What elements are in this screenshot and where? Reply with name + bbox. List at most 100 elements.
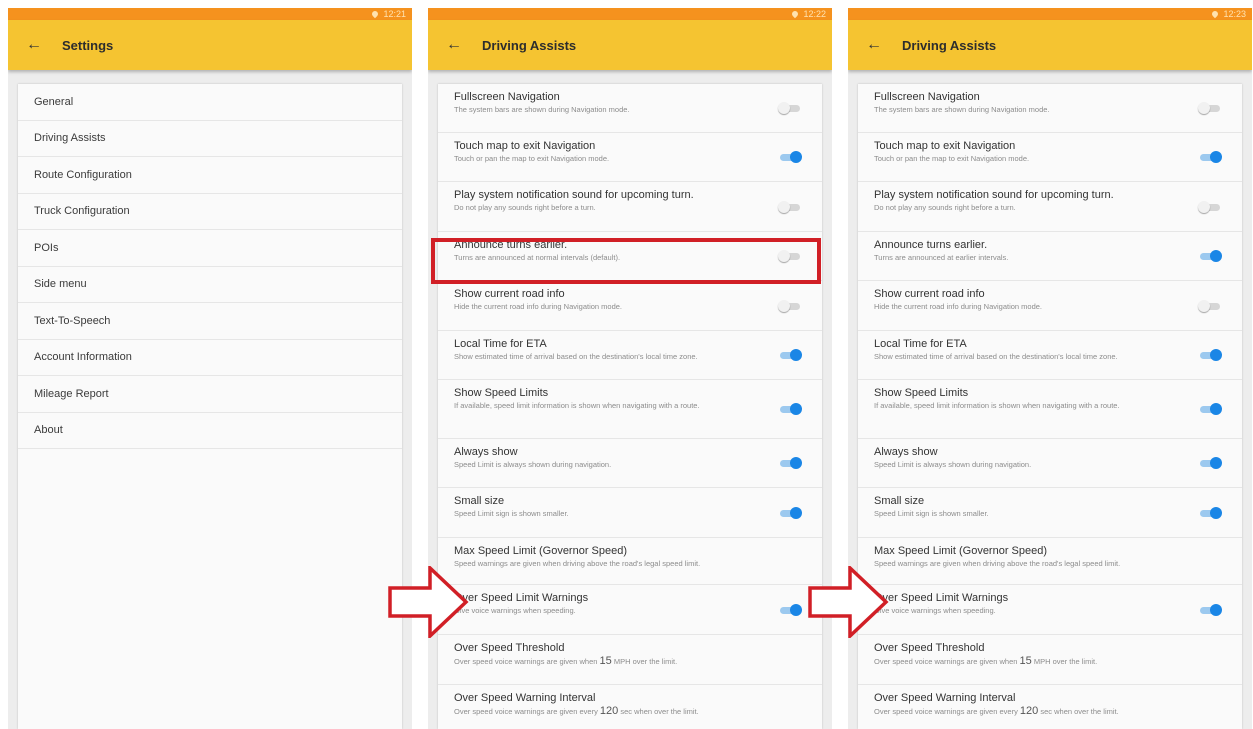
menu-item-label: Text-To-Speech xyxy=(34,314,111,327)
setting-row[interactable]: Over Speed Warning Interval Over speed vo… xyxy=(858,685,1242,729)
back-arrow-icon[interactable]: ← xyxy=(866,37,886,53)
setting-row[interactable]: Announce turns earlier. Turns are announc… xyxy=(858,232,1242,281)
location-pin-icon xyxy=(371,9,380,19)
toggle-switch[interactable] xyxy=(1198,506,1222,519)
menu-item-label: Truck Configuration xyxy=(34,205,130,218)
setting-title: Max Speed Limit (Governor Speed) xyxy=(454,545,628,557)
toggle-switch[interactable] xyxy=(778,506,802,519)
toggle-switch[interactable] xyxy=(1198,102,1222,114)
setting-row[interactable]: Fullscreen Navigation The system bars are… xyxy=(438,84,822,133)
page-title: Settings xyxy=(62,37,114,53)
toggle-switch[interactable] xyxy=(778,603,802,616)
setting-row[interactable]: Touch map to exit Navigation Touch or pan… xyxy=(858,133,1242,182)
right-arrow-annotation-icon xyxy=(388,566,469,638)
setting-row[interactable]: Play system notification sound for upcom… xyxy=(858,182,1242,232)
setting-row[interactable]: Max Speed Limit (Governor Speed) Speed wa… xyxy=(438,538,822,585)
setting-row[interactable]: Small size Speed Limit sign is shown smal… xyxy=(858,488,1242,538)
setting-title: Fullscreen Navigation xyxy=(454,91,560,103)
setting-description: Speed Limit is always shown during navig… xyxy=(874,460,1032,469)
setting-description-text: sec when over the limit. xyxy=(618,707,699,716)
toggle-switch[interactable] xyxy=(1198,200,1222,213)
menu-item-label: General xyxy=(34,95,74,108)
setting-description-text: sec when over the limit. xyxy=(1038,707,1119,716)
setting-description: Speed warnings are given when driving ab… xyxy=(454,559,701,568)
toggle-switch[interactable] xyxy=(1198,349,1222,361)
setting-row[interactable]: Always show Speed Limit is always shown d… xyxy=(858,439,1242,488)
back-arrow-icon[interactable]: ← xyxy=(26,37,46,53)
setting-row[interactable]: Over Speed Limit Warnings Give voice warn… xyxy=(438,585,822,635)
setting-row[interactable]: Show Speed Limits If available, speed lim… xyxy=(438,380,822,439)
setting-row[interactable]: Play system notification sound for upcom… xyxy=(438,182,822,232)
status-bar: 12:21 xyxy=(8,8,412,20)
setting-row[interactable]: Over Speed Threshold Over speed voice war… xyxy=(438,635,822,685)
setting-title: Over Speed Warning Interval xyxy=(454,692,596,704)
toggle-knob xyxy=(1210,151,1222,163)
setting-row[interactable]: Max Speed Limit (Governor Speed) Speed wa… xyxy=(858,538,1242,585)
toggle-knob xyxy=(790,349,802,361)
app-bar: ← Settings xyxy=(8,20,412,70)
setting-title: Play system notification sound for upcom… xyxy=(874,189,1114,201)
driving-assists-screen-before: 12:22 ← Driving Assists Fullscreen Navig… xyxy=(428,8,832,729)
toggle-switch[interactable] xyxy=(1198,250,1222,262)
toggle-switch[interactable] xyxy=(778,349,802,361)
setting-row[interactable]: Over Speed Limit Warnings Give voice warn… xyxy=(858,585,1242,635)
menu-item-truck-configuration[interactable]: Truck Configuration xyxy=(18,194,402,230)
toggle-knob xyxy=(1198,200,1210,213)
menu-item-label: Account Information xyxy=(34,351,132,364)
toggle-switch[interactable] xyxy=(778,403,802,415)
setting-row[interactable]: Fullscreen Navigation The system bars are… xyxy=(858,84,1242,133)
toggle-switch[interactable] xyxy=(778,200,802,213)
menu-item-account-information[interactable]: Account Information xyxy=(18,340,402,376)
setting-value: 120 xyxy=(1019,705,1039,717)
setting-description: Turns are announced at earlier intervals… xyxy=(874,253,1009,262)
toggle-knob xyxy=(1210,403,1222,415)
menu-item-mileage-report[interactable]: Mileage Report xyxy=(18,376,402,413)
toggle-knob xyxy=(1198,299,1210,312)
setting-row[interactable]: Always show Speed Limit is always shown d… xyxy=(438,439,822,488)
setting-description: Show estimated time of arrival based on … xyxy=(454,352,698,361)
setting-row[interactable]: Over Speed Threshold Over speed voice war… xyxy=(858,635,1242,685)
setting-row[interactable]: Show Speed Limits If available, speed lim… xyxy=(858,380,1242,439)
menu-item-general[interactable]: General xyxy=(18,84,402,121)
menu-item-label: Driving Assists xyxy=(34,132,106,145)
toggle-switch[interactable] xyxy=(778,102,802,114)
setting-row[interactable]: Small size Speed Limit sign is shown smal… xyxy=(438,488,822,538)
setting-row[interactable]: Local Time for ETA Show estimated time of… xyxy=(858,331,1242,380)
setting-title: Announce turns earlier. xyxy=(874,239,988,251)
toggle-switch[interactable] xyxy=(1198,457,1222,469)
setting-value: 15 xyxy=(599,655,612,667)
menu-item-driving-assists[interactable]: Driving Assists xyxy=(18,121,402,157)
location-pin-icon xyxy=(791,9,800,19)
menu-item-route-configuration[interactable]: Route Configuration xyxy=(18,157,402,194)
setting-description-text: Over speed voice warnings are given when xyxy=(874,657,1020,666)
menu-item-label: About xyxy=(34,424,63,437)
setting-row[interactable]: Touch map to exit Navigation Touch or pan… xyxy=(438,133,822,182)
setting-description: Speed Limit sign is shown smaller. xyxy=(874,509,989,518)
setting-row[interactable]: Over Speed Warning Interval Over speed vo… xyxy=(438,685,822,729)
menu-item-pois[interactable]: POIs xyxy=(18,230,402,267)
toggle-switch[interactable] xyxy=(778,457,802,469)
toggle-switch[interactable] xyxy=(1198,299,1222,312)
setting-description: Show estimated time of arrival based on … xyxy=(874,352,1118,361)
toggle-switch[interactable] xyxy=(1198,403,1222,415)
back-arrow-icon[interactable]: ← xyxy=(446,37,466,53)
setting-row[interactable]: Show current road info Hide the current r… xyxy=(438,281,822,331)
setting-title: Play system notification sound for upcom… xyxy=(454,189,694,201)
toggle-switch[interactable] xyxy=(1198,603,1222,616)
setting-description-text: Over speed voice warnings are given ever… xyxy=(454,707,600,716)
toggle-switch[interactable] xyxy=(778,299,802,312)
menu-item-side-menu[interactable]: Side menu xyxy=(18,267,402,303)
toggle-switch[interactable] xyxy=(1198,151,1222,163)
menu-item-text-to-speech[interactable]: Text-To-Speech xyxy=(18,303,402,340)
setting-title: Over Speed Threshold xyxy=(454,642,565,654)
location-pin-icon xyxy=(1211,9,1220,19)
app-bar: ← Driving Assists xyxy=(848,20,1252,70)
menu-item-about[interactable]: About xyxy=(18,413,402,449)
setting-title: Show Speed Limits xyxy=(874,387,969,399)
setting-row[interactable]: Show current road info Hide the current r… xyxy=(858,281,1242,331)
setting-description: Over speed voice warnings are given ever… xyxy=(874,706,1182,717)
toggle-switch[interactable] xyxy=(778,151,802,163)
setting-row[interactable]: Local Time for ETA Show estimated time of… xyxy=(438,331,822,380)
menu-item-label: POIs xyxy=(34,241,59,254)
driving-assists-screen-after: 12:23 ← Driving Assists Fullscreen Navig… xyxy=(848,8,1252,729)
